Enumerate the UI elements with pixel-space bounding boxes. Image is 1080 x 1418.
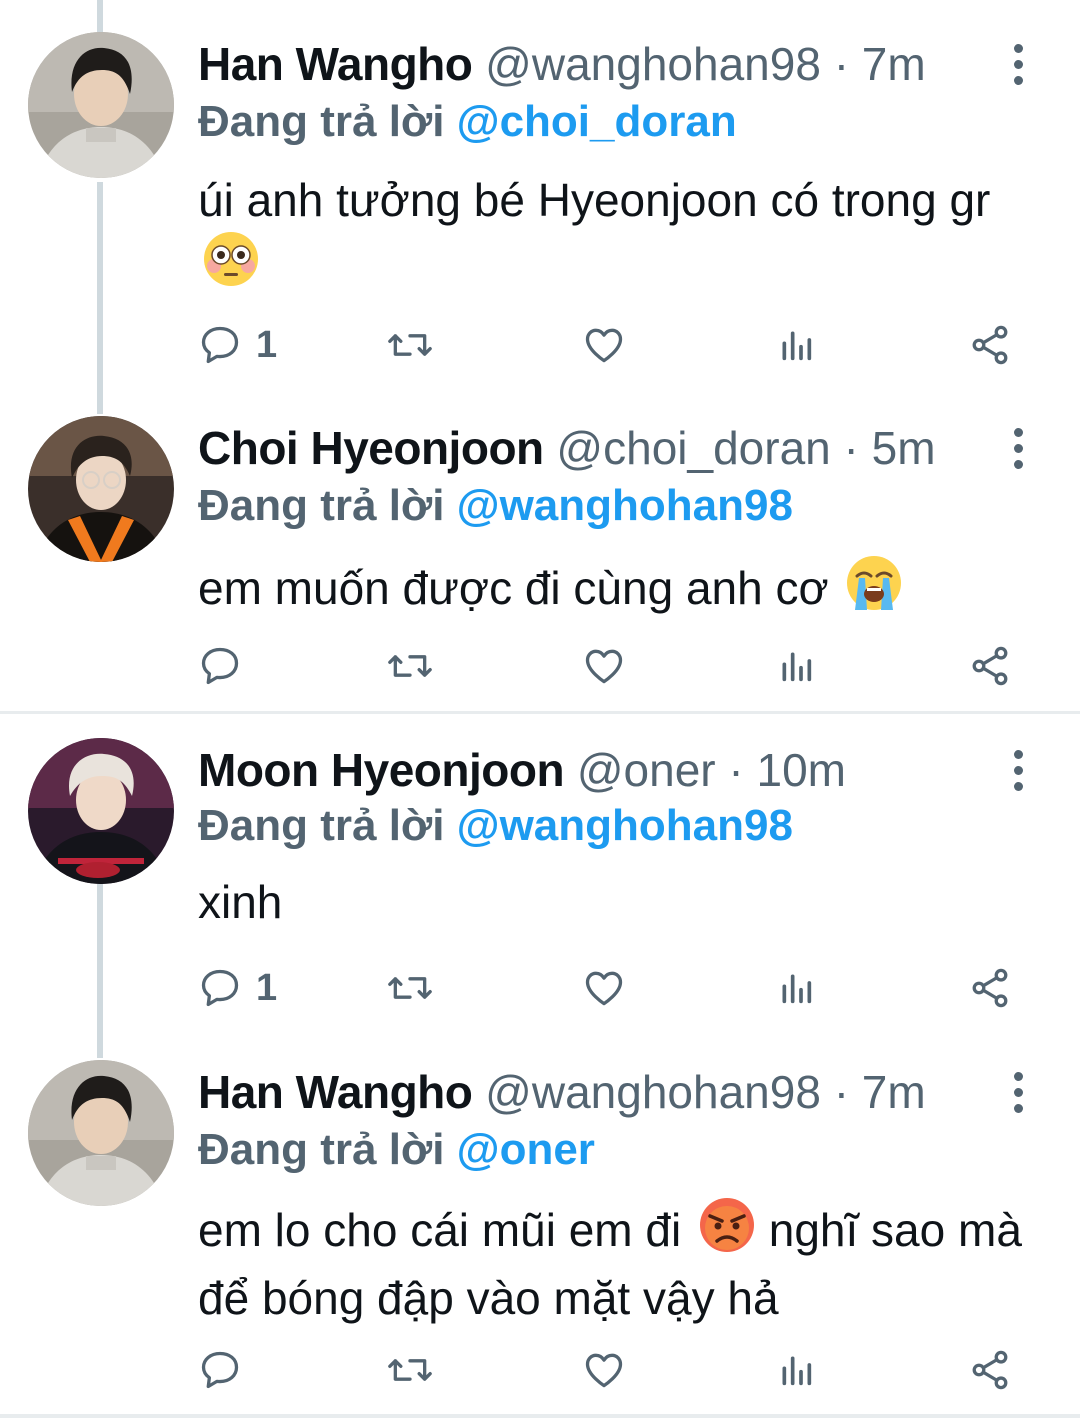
tweet-actions bbox=[198, 1340, 1018, 1400]
analytics-button[interactable] bbox=[776, 1340, 816, 1400]
retweet-icon bbox=[388, 1359, 432, 1381]
more-options-icon[interactable] bbox=[998, 1060, 1038, 1124]
reply-icon bbox=[201, 1351, 239, 1389]
separator-dot: · bbox=[833, 1066, 850, 1118]
tweet-text-content: em lo cho cái mũi em đi bbox=[198, 1204, 682, 1256]
replying-to: Đang trả lời @oner bbox=[198, 1120, 595, 1180]
analytics-icon bbox=[782, 1356, 812, 1386]
tweet-text: em lo cho cái mũi em đi nghĩ sao mà để b… bbox=[198, 1196, 1038, 1328]
avatar[interactable] bbox=[28, 1060, 174, 1206]
replying-to-label: Đang trả lời bbox=[198, 1125, 445, 1174]
share-icon bbox=[972, 1350, 1008, 1390]
like-button[interactable] bbox=[582, 1340, 626, 1400]
timestamp[interactable]: 7m bbox=[862, 1066, 926, 1118]
angry-face-emoji-icon bbox=[698, 1196, 756, 1268]
tweet-divider bbox=[0, 1414, 1080, 1418]
reply-button[interactable] bbox=[198, 1340, 256, 1400]
tweet[interactable]: Han Wangho @wanghohan98 · 7m Đang trả lờ… bbox=[0, 0, 1080, 1414]
retweet-button[interactable] bbox=[386, 1340, 434, 1400]
mention-link[interactable]: @oner bbox=[457, 1125, 595, 1174]
tweet-feed: Han Wangho @wanghohan98 · 7m Đang trả lờ… bbox=[0, 0, 1080, 1418]
user-handle[interactable]: @wanghohan98 bbox=[485, 1066, 821, 1118]
share-button[interactable] bbox=[968, 1340, 1012, 1400]
tweet-header: Han Wangho @wanghohan98 · 7m bbox=[198, 1060, 980, 1124]
display-name[interactable]: Han Wangho bbox=[198, 1066, 473, 1118]
heart-icon bbox=[585, 1353, 623, 1388]
